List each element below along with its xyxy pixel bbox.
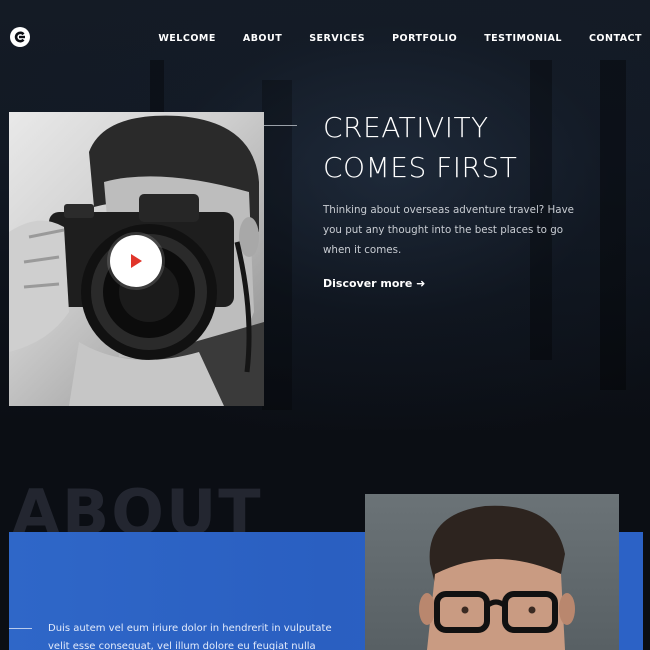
about-text: Duis autem vel eum iriure dolor in hendr… [48,620,332,650]
tree-silhouette [262,80,292,410]
play-icon [131,254,142,268]
play-video-button[interactable] [110,235,162,287]
nav-item-portfolio[interactable]: PORTFOLIO [392,33,457,44]
tree-silhouette [600,60,626,390]
nav-item-contact[interactable]: CONTACT [589,33,642,44]
c-logo-icon[interactable] [9,26,31,48]
nav-item-about[interactable]: ABOUT [243,33,282,44]
main-nav: WELCOME ABOUT SERVICES PORTFOLIO TESTIMO… [131,33,642,44]
hero-title: CREATIVITY COMES FIRST [323,108,583,188]
about-text-divider [9,628,32,629]
hero-title-line-2: COMES FIRST [323,151,518,184]
hero-description: Thinking about overseas adventure travel… [323,204,575,256]
hero-title-line-1: CREATIVITY [323,111,489,144]
nav-item-welcome[interactable]: WELCOME [158,33,216,44]
nav-item-testimonial[interactable]: TESTIMONIAL [484,33,562,44]
discover-more-link[interactable]: Discover more ➜ [323,277,425,290]
about-text-line-2: velit esse consequat, vel illum dolore e… [48,641,316,650]
site-header: WELCOME ABOUT SERVICES PORTFOLIO TESTIMO… [0,0,650,76]
man-with-glasses-illustration [419,505,575,650]
about-portrait-photo [365,494,619,650]
hero-title-divider [264,125,297,126]
nav-item-services[interactable]: SERVICES [309,33,365,44]
about-text-line-1: Duis autem vel eum iriure dolor in hendr… [48,623,332,634]
